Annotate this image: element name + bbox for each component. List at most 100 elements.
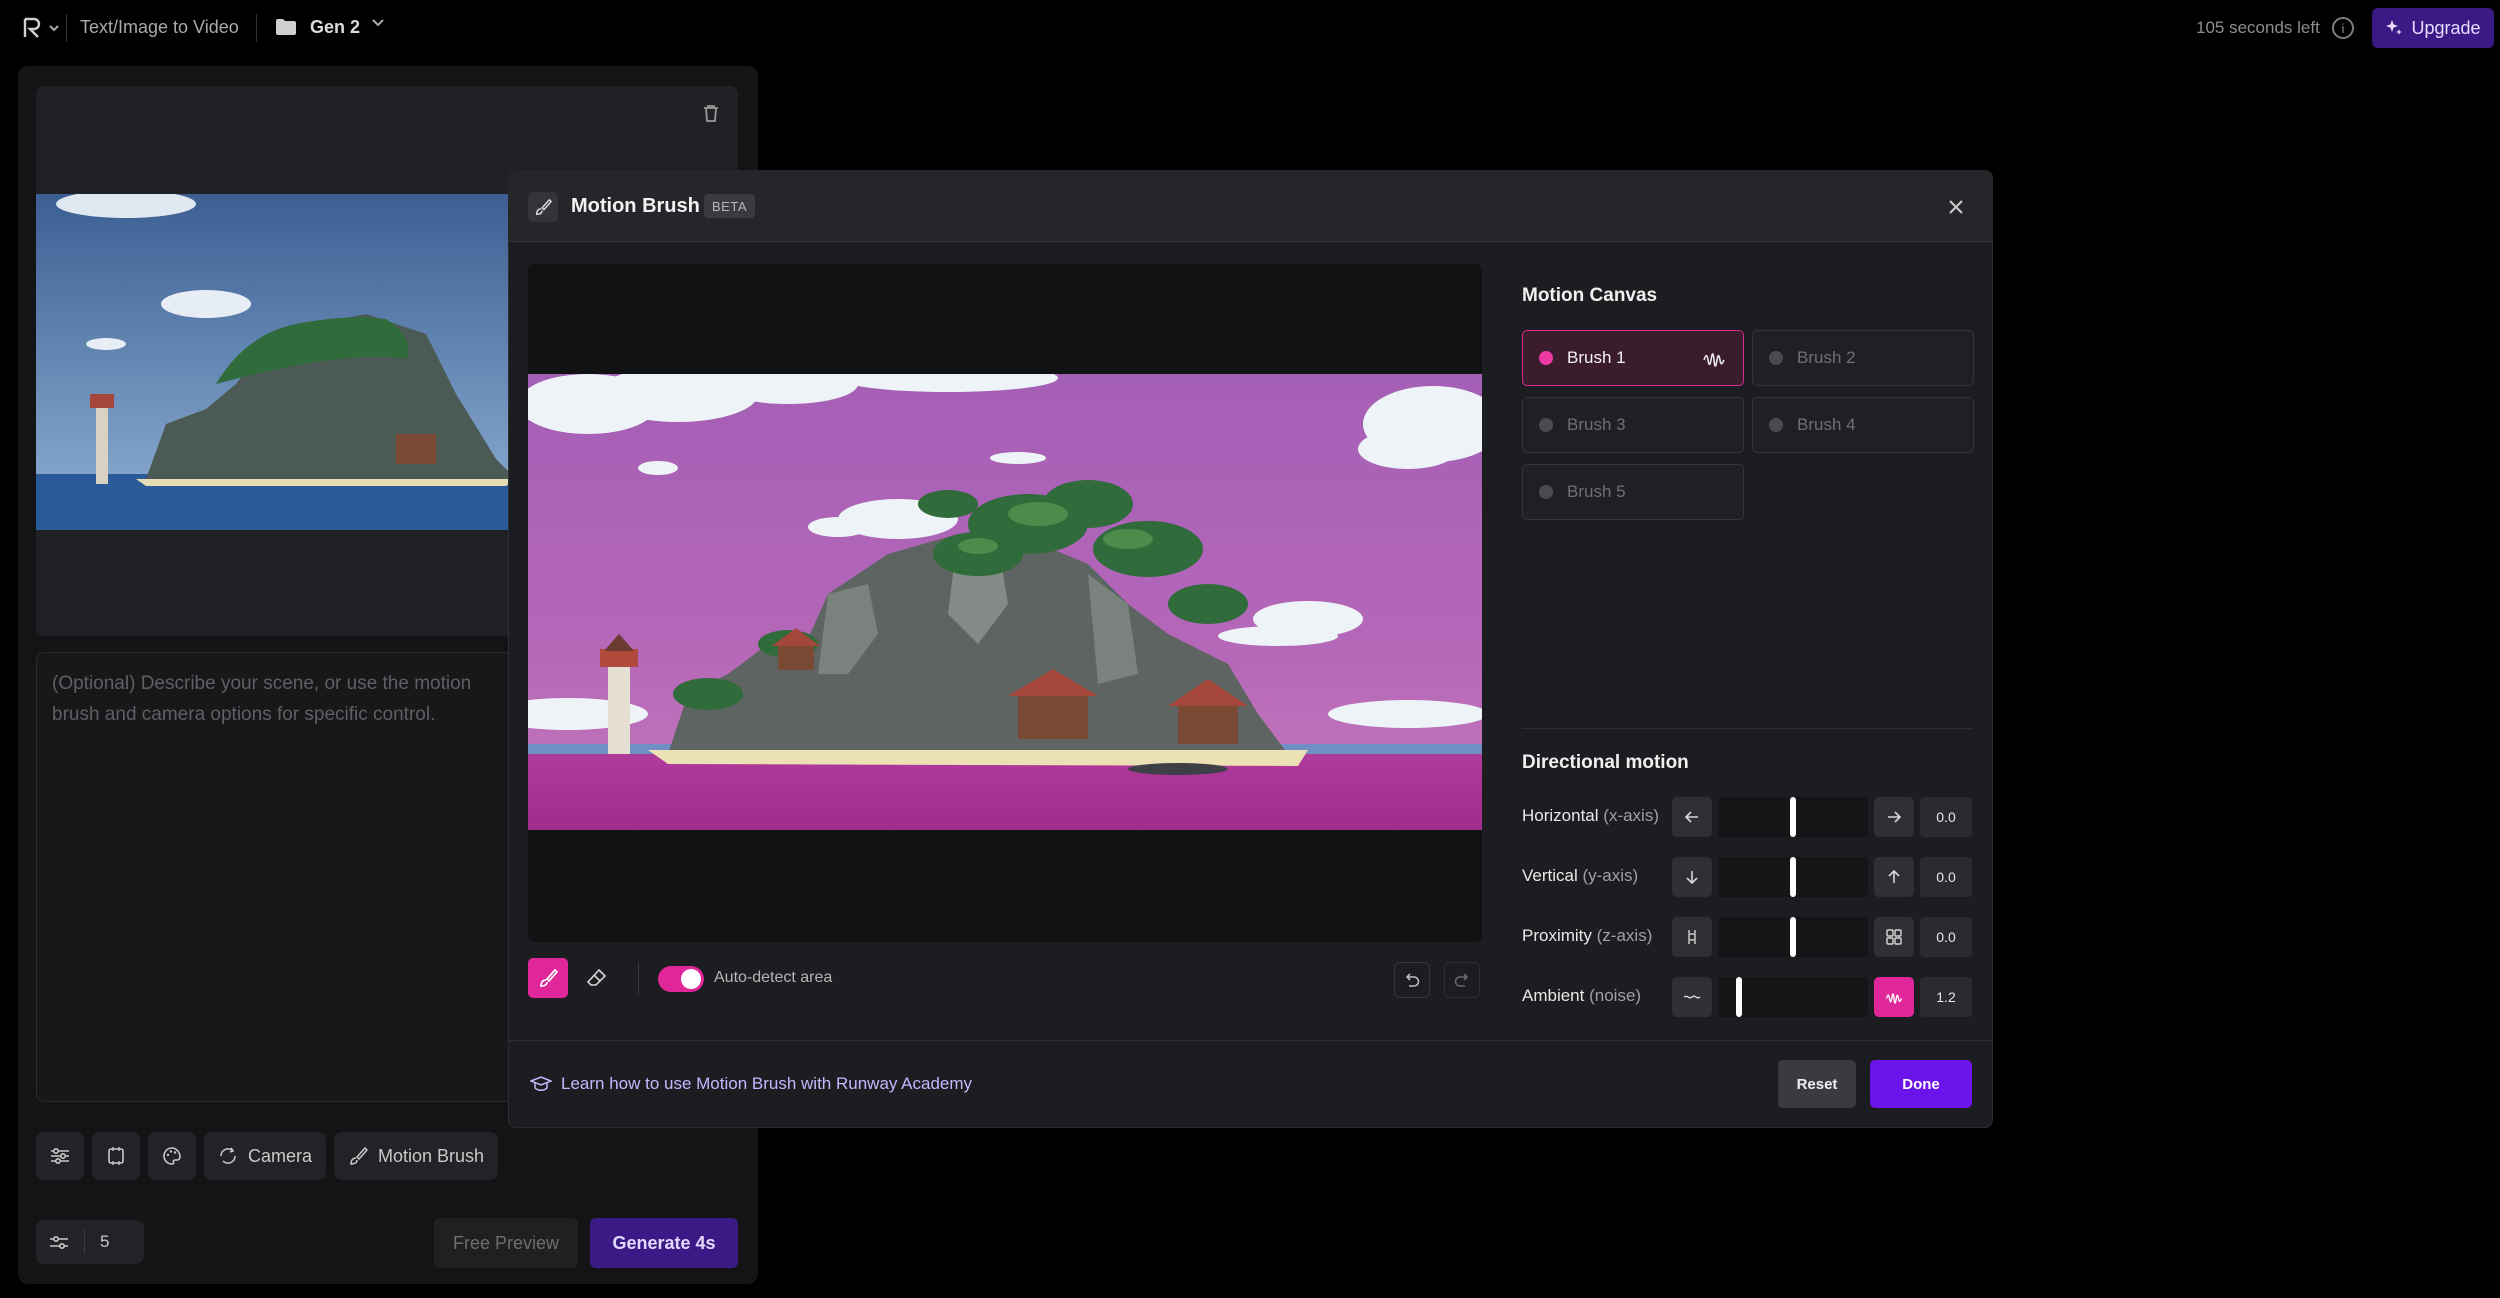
brush-label: Brush 3 <box>1567 415 1626 434</box>
close-icon[interactable] <box>1944 195 1968 219</box>
auto-detect-label: Auto-detect area <box>714 969 833 986</box>
slider-handle[interactable] <box>1736 977 1742 1017</box>
horizontal-value[interactable]: 0.0 <box>1920 797 1972 837</box>
arrow-left-icon[interactable] <box>1672 797 1712 837</box>
undo-button[interactable] <box>1394 962 1430 998</box>
brush-color-dot <box>1539 485 1553 499</box>
flat-line-icon[interactable] <box>1672 977 1712 1017</box>
done-button[interactable]: Done <box>1870 1060 1972 1108</box>
vertical-value[interactable]: 0.0 <box>1920 857 1972 897</box>
slider-handle[interactable] <box>1790 797 1796 837</box>
slider-handle[interactable] <box>1790 917 1796 957</box>
brush-painting-canvas[interactable] <box>488 364 1503 830</box>
motion-brush-label: Motion Brush <box>377 1145 485 1166</box>
brush-color-dot <box>1539 418 1553 432</box>
divider <box>1522 728 1972 729</box>
brush-tool-button[interactable] <box>528 958 568 998</box>
motion-brush-button[interactable]: Motion Brush <box>334 1132 498 1180</box>
arrow-right-icon[interactable] <box>1874 797 1914 837</box>
divider <box>508 1040 1993 1041</box>
divider <box>638 962 639 994</box>
runway-logo-icon[interactable] <box>18 16 66 40</box>
brush-icon <box>540 968 558 987</box>
project-name[interactable]: Gen 2 <box>310 17 360 38</box>
upgrade-button[interactable]: Upgrade <box>2372 8 2494 48</box>
brush-label: Brush 2 <box>1797 348 1856 367</box>
info-icon[interactable]: i <box>2332 17 2354 39</box>
row-label-axis: (y-axis) <box>1582 866 1639 885</box>
brush-label: Brush 4 <box>1797 415 1856 434</box>
arrow-up-icon[interactable] <box>1874 857 1914 897</box>
divider <box>66 14 67 42</box>
camera-label: Camera <box>247 1145 313 1166</box>
horizontal-row-label: Horizontal (x-axis) <box>1522 806 1659 826</box>
palette-icon <box>162 1146 182 1166</box>
row-label-text: Ambient <box>1522 986 1585 1005</box>
row-label-axis: (noise) <box>1589 986 1642 1005</box>
brush-label: Brush 5 <box>1567 482 1626 501</box>
graduation-cap-icon <box>528 1072 554 1096</box>
brush-5-button[interactable]: Brush 5 <box>1522 464 1744 520</box>
beta-badge: BETA <box>704 194 755 218</box>
brush-4-button[interactable]: Brush 4 <box>1752 397 1974 453</box>
seed-value[interactable]: 5 <box>100 1232 109 1252</box>
ambient-wave-icon[interactable] <box>1874 977 1914 1017</box>
brush-2-button[interactable]: Brush 2 <box>1752 330 1974 386</box>
camera-motion-icon <box>218 1146 238 1166</box>
redo-button[interactable] <box>1444 962 1480 998</box>
row-label-text: Vertical <box>1522 866 1578 885</box>
reset-button[interactable]: Reset <box>1778 1060 1856 1108</box>
directional-motion-title: Directional motion <box>1522 752 1689 773</box>
crop-icon <box>106 1146 126 1166</box>
eraser-tool-button[interactable] <box>580 961 614 995</box>
row-label-text: Proximity <box>1522 926 1592 945</box>
academy-link[interactable]: Learn how to use Motion Brush with Runwa… <box>561 1074 972 1094</box>
sparkle-icon <box>2385 19 2403 37</box>
brush-icon <box>348 1146 368 1166</box>
ambient-wave-icon <box>1701 345 1727 371</box>
proximity-row-label: Proximity (z-axis) <box>1522 926 1652 946</box>
sliders-icon <box>50 1147 70 1165</box>
credits-remaining: 105 seconds left <box>2196 18 2320 37</box>
row-label-axis: (z-axis) <box>1596 926 1653 945</box>
redo-icon <box>1454 973 1469 987</box>
divider <box>84 1230 85 1254</box>
sliders-icon <box>48 1232 70 1254</box>
row-label-axis: (x-axis) <box>1603 806 1659 825</box>
brush-3-button[interactable]: Brush 3 <box>1522 397 1744 453</box>
camera-button[interactable]: Camera <box>204 1132 326 1180</box>
proximity-value[interactable]: 0.0 <box>1920 917 1972 957</box>
brush-color-dot <box>1769 351 1783 365</box>
zoom-in-icon[interactable] <box>1874 917 1914 957</box>
style-button[interactable] <box>148 1132 196 1180</box>
free-preview-button[interactable]: Free Preview <box>434 1218 578 1268</box>
slider-handle[interactable] <box>1790 857 1796 897</box>
brush-color-dot <box>1539 351 1553 365</box>
folder-icon <box>274 16 298 38</box>
settings-sliders-button[interactable] <box>36 1132 84 1180</box>
motion-canvas-title: Motion Canvas <box>1522 285 1658 306</box>
brush-label: Brush 1 <box>1567 348 1626 367</box>
chevron-down-icon[interactable] <box>370 14 386 30</box>
arrow-down-icon[interactable] <box>1672 857 1712 897</box>
toggle-knob <box>681 969 701 989</box>
ambient-value[interactable]: 1.2 <box>1920 977 1972 1017</box>
trash-icon[interactable] <box>698 100 724 126</box>
undo-icon <box>1405 973 1420 987</box>
ambient-row-label: Ambient (noise) <box>1522 986 1641 1006</box>
modal-title: Motion Brush <box>571 195 700 217</box>
input-image-thumbnail <box>36 190 546 530</box>
generate-button[interactable]: Generate 4s <box>590 1218 738 1268</box>
aspect-ratio-button[interactable] <box>92 1132 140 1180</box>
app-title[interactable]: Text/Image to Video <box>80 17 239 38</box>
brush-icon <box>528 192 558 222</box>
zoom-out-icon[interactable] <box>1672 917 1712 957</box>
brush-color-dot <box>1769 418 1783 432</box>
row-label-text: Horizontal <box>1522 806 1599 825</box>
brush-1-button[interactable]: Brush 1 <box>1522 330 1744 386</box>
upgrade-label: Upgrade <box>2411 17 2481 38</box>
prompt-placeholder: (Optional) Describe your scene, or use t… <box>52 673 472 725</box>
eraser-icon <box>587 968 607 986</box>
divider <box>256 14 257 42</box>
vertical-row-label: Vertical (y-axis) <box>1522 866 1638 886</box>
